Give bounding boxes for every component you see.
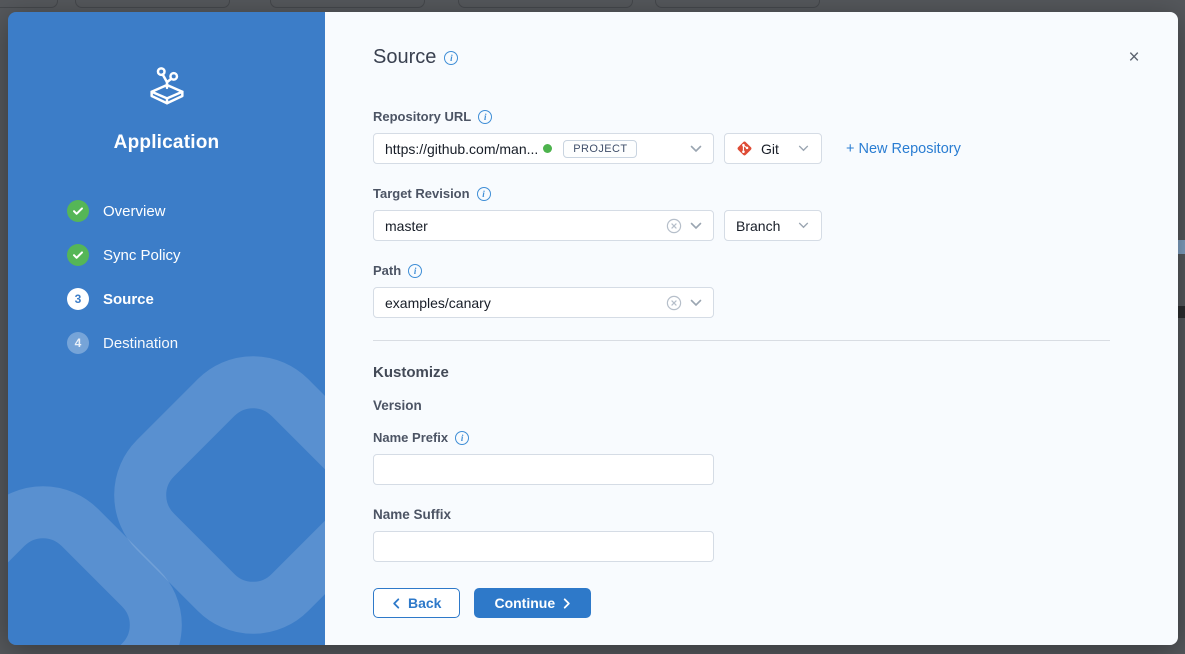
target-revision-label: Target Revision i xyxy=(373,186,1138,201)
repository-url-combobox[interactable]: https://github.com/man... PROJECT xyxy=(373,133,714,164)
target-revision-combobox[interactable]: master xyxy=(373,210,714,241)
repo-type-value: Git xyxy=(761,141,779,157)
step-label: Overview xyxy=(103,203,166,220)
argo-watermark-pattern xyxy=(8,325,325,645)
background-fragment xyxy=(1178,240,1185,254)
background-tab xyxy=(270,0,425,8)
background-tab xyxy=(655,0,820,8)
clear-icon[interactable] xyxy=(666,295,682,311)
name-suffix-label: Name Suffix xyxy=(373,507,1138,522)
name-prefix-input[interactable] xyxy=(373,454,714,485)
clear-icon[interactable] xyxy=(666,218,682,234)
target-revision-value: master xyxy=(385,218,428,234)
step-destination[interactable]: 4 Destination xyxy=(67,332,325,354)
chevron-down-icon xyxy=(690,145,702,153)
revision-ref-type-select[interactable]: Branch xyxy=(724,210,822,241)
path-label: Path i xyxy=(373,263,1138,278)
step-number-badge: 4 xyxy=(67,332,89,354)
back-button[interactable]: Back xyxy=(373,588,460,618)
continue-button[interactable]: Continue xyxy=(474,588,591,618)
version-label: Version xyxy=(373,398,1138,413)
info-icon[interactable]: i xyxy=(455,431,469,445)
wizard-title: Application xyxy=(8,132,325,154)
background-tab xyxy=(0,0,58,8)
kustomize-heading: Kustomize xyxy=(373,364,1138,381)
git-icon xyxy=(736,140,753,157)
step-complete-check-icon xyxy=(67,200,89,222)
chevron-down-icon xyxy=(690,222,702,230)
chevron-left-icon xyxy=(392,598,400,609)
step-sync-policy[interactable]: Sync Policy xyxy=(67,244,325,266)
info-icon[interactable]: i xyxy=(444,51,458,65)
close-icon[interactable]: × xyxy=(1124,48,1144,68)
path-value: examples/canary xyxy=(385,295,491,311)
step-label: Destination xyxy=(103,335,178,352)
wizard-sidebar: Application Overview Sync Policy xyxy=(8,12,325,645)
chevron-right-icon xyxy=(563,598,571,609)
chevron-down-icon xyxy=(798,222,810,229)
step-source[interactable]: 3 Source xyxy=(67,288,325,310)
chevron-down-icon xyxy=(798,145,810,152)
panel-title: Source i xyxy=(373,46,1138,69)
step-complete-check-icon xyxy=(67,244,89,266)
source-step-panel: × Source i Repository URL i https://gith… xyxy=(325,12,1178,645)
repository-url-value: https://github.com/man... xyxy=(385,141,538,157)
info-icon[interactable]: i xyxy=(477,187,491,201)
step-label: Source xyxy=(103,291,154,308)
project-scope-badge: PROJECT xyxy=(563,140,637,158)
repository-url-label: Repository URL i xyxy=(373,109,1138,124)
application-box-branch-icon xyxy=(144,62,190,108)
step-label: Sync Policy xyxy=(103,247,181,264)
repo-type-select[interactable]: Git xyxy=(724,133,822,164)
chevron-down-icon xyxy=(690,299,702,307)
name-suffix-input[interactable] xyxy=(373,531,714,562)
info-icon[interactable]: i xyxy=(408,264,422,278)
repo-connected-status-icon xyxy=(543,144,552,153)
background-tab xyxy=(75,0,230,8)
background-fragment xyxy=(1178,306,1185,318)
wizard-steps: Overview Sync Policy 3 Source 4 Destinat… xyxy=(8,200,325,354)
section-divider xyxy=(373,340,1110,341)
info-icon[interactable]: i xyxy=(478,110,492,124)
path-combobox[interactable]: examples/canary xyxy=(373,287,714,318)
application-wizard-modal: Application Overview Sync Policy xyxy=(8,12,1178,645)
background-tab xyxy=(458,0,633,8)
step-overview[interactable]: Overview xyxy=(67,200,325,222)
revision-ref-type-value: Branch xyxy=(736,218,780,234)
new-repository-link[interactable]: + New Repository xyxy=(846,141,961,157)
name-prefix-label: Name Prefix i xyxy=(373,430,1138,445)
step-number-badge: 3 xyxy=(67,288,89,310)
